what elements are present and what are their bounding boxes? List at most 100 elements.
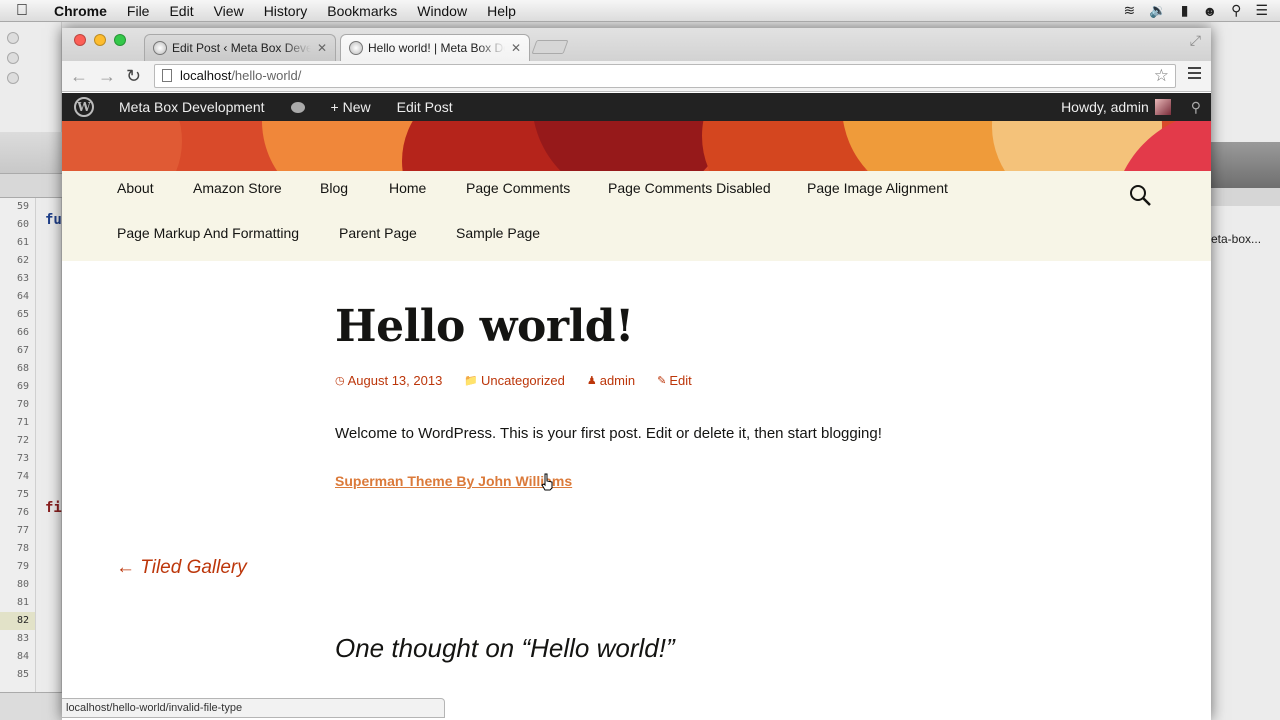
menu-history[interactable]: History <box>254 0 318 22</box>
line-number: 77 <box>16 525 29 536</box>
site-navigation: About Amazon Store Blog Home Page Commen… <box>62 171 1211 261</box>
nav-item-home[interactable]: Home <box>389 180 426 196</box>
bg-toolbar <box>0 132 62 174</box>
line-number: 69 <box>16 381 29 392</box>
fullscreen-icon[interactable]: ⤢ <box>1190 32 1201 49</box>
menu-help[interactable]: Help <box>477 0 526 22</box>
post-title: Hello world! <box>335 301 634 352</box>
minimize-window-icon[interactable] <box>94 34 106 46</box>
tab-title: Edit Post ‹ Meta Box Development <box>172 41 311 55</box>
close-tab-icon[interactable]: ✕ <box>317 41 327 55</box>
tab-strip: Edit Post ‹ Meta Box Development ✕ Hello… <box>62 28 1211 61</box>
menu-bookmarks[interactable]: Bookmarks <box>317 0 407 22</box>
line-number: 83 <box>16 633 29 644</box>
reload-icon[interactable]: ↻ <box>126 66 141 86</box>
post-date-link[interactable]: ◷ August 13, 2013 <box>335 373 442 388</box>
bookmark-star-icon[interactable]: ☆ <box>1154 65 1169 87</box>
battery-icon[interactable]: ▮ <box>1181 2 1189 19</box>
line-number: 71 <box>16 417 29 428</box>
menu-chrome[interactable]: Chrome <box>44 0 117 22</box>
post-author: admin <box>599 373 636 388</box>
os-menubar:  Chrome File Edit View History Bookmark… <box>0 0 1280 22</box>
tab-edit-post[interactable]: Edit Post ‹ Meta Box Development ✕ <box>144 34 336 61</box>
wordpress-logo-icon[interactable]: W <box>62 93 106 121</box>
nav-item-about[interactable]: About <box>117 180 154 196</box>
admin-search-icon[interactable]: ⚲ <box>1181 99 1211 116</box>
notification-center-icon[interactable]: ☰ <box>1255 2 1268 19</box>
close-window-icon[interactable] <box>74 34 86 46</box>
comments-bubble-icon[interactable] <box>290 101 305 113</box>
line-number: 84 <box>16 651 29 662</box>
admin-site-name[interactable]: Meta Box Development <box>106 93 278 121</box>
post-edit-link[interactable]: ✎ Edit <box>657 373 692 388</box>
previous-post-link[interactable]: ← Tiled Gallery <box>116 557 247 579</box>
post-category: Uncategorized <box>481 373 565 388</box>
code-fragment: fu <box>45 212 62 228</box>
menu-file[interactable]: File <box>117 0 160 22</box>
back-arrow-icon[interactable]: ← <box>70 66 88 86</box>
tab-hello-world[interactable]: Hello world! | Meta Box Development ✕ <box>340 34 530 61</box>
user-icon[interactable]: ☻ <box>1202 3 1217 19</box>
line-number: 80 <box>16 579 29 590</box>
left-arrow-icon: ← <box>116 557 141 578</box>
wordpress-favicon-icon <box>153 41 167 55</box>
line-number: 73 <box>16 453 29 464</box>
post-category-link[interactable]: 📁 Uncategorized <box>464 373 565 388</box>
avatar[interactable] <box>1154 99 1171 115</box>
address-bar[interactable]: localhost/hello-world/ ☆ <box>154 64 1176 88</box>
url-path: /hello-world/ <box>231 68 302 83</box>
menu-view[interactable]: View <box>204 0 254 22</box>
zoom-window-icon[interactable] <box>114 34 126 46</box>
line-number-gutter: 59 60 61 62 63 64 65 66 67 68 69 70 71 72 73 74 75 76 77 78… <box>0 198 36 698</box>
line-number: 78 <box>16 543 29 554</box>
post-author-link[interactable]: ♟ admin <box>587 373 635 388</box>
bg-zoom-icon <box>7 72 19 84</box>
line-number: 72 <box>16 435 29 446</box>
nav-item-page-comments[interactable]: Page Comments <box>466 180 570 196</box>
bg-bottom-bar <box>0 692 62 720</box>
user-icon: ♟ <box>586 375 597 387</box>
folder-icon: 📁 <box>464 375 479 387</box>
page-icon <box>162 69 172 82</box>
nav-item-parent-page[interactable]: Parent Page <box>339 225 417 241</box>
line-number: 61 <box>16 237 29 248</box>
post-date: August 13, 2013 <box>347 373 443 388</box>
nav-item-page-image-alignment[interactable]: Page Image Alignment <box>807 180 948 196</box>
new-tab-button[interactable] <box>531 40 569 54</box>
hand-cursor-icon <box>541 473 553 491</box>
nav-item-blog[interactable]: Blog <box>320 180 348 196</box>
admin-howdy[interactable]: Howdy, admin <box>1048 93 1149 121</box>
bg-close-icon <box>7 32 19 44</box>
browser-toolbar: ← → ↻ localhost/hello-world/ ☆ <box>62 61 1211 92</box>
admin-new-button[interactable]: + New <box>318 93 384 121</box>
nav-item-page-comments-disabled[interactable]: Page Comments Disabled <box>608 180 771 196</box>
previous-post-title: Tiled Gallery <box>140 557 247 578</box>
admin-edit-post[interactable]: Edit Post <box>384 93 466 121</box>
nav-item-sample-page[interactable]: Sample Page <box>456 225 540 241</box>
line-number: 76 <box>16 507 29 518</box>
menu-window[interactable]: Window <box>407 0 477 22</box>
superman-theme-link[interactable]: Superman Theme By John Williams <box>335 473 572 489</box>
wifi-icon[interactable]: ≋ <box>1124 2 1136 19</box>
line-number: 68 <box>16 363 29 374</box>
apple-menu-icon[interactable]:  <box>0 2 44 20</box>
line-number: 62 <box>16 255 29 266</box>
search-icon[interactable] <box>1128 183 1152 207</box>
line-number: 85 <box>16 669 29 680</box>
bg-toolbar-secondary <box>0 174 62 198</box>
plus-icon: + <box>330 99 343 115</box>
volume-icon[interactable]: 🔉 <box>1149 2 1166 19</box>
clock-icon: ◷ <box>335 375 345 387</box>
spotlight-icon[interactable]: ⚲ <box>1231 2 1241 19</box>
wordpress-favicon-icon <box>349 41 363 55</box>
line-number: 60 <box>16 219 29 230</box>
nav-item-page-markup[interactable]: Page Markup And Formatting <box>117 225 299 241</box>
chrome-menu-icon[interactable] <box>1188 67 1201 82</box>
line-number: 81 <box>16 597 29 608</box>
forward-arrow-icon[interactable]: → <box>98 66 116 86</box>
nav-item-amazon-store[interactable]: Amazon Store <box>193 180 282 196</box>
close-tab-icon[interactable]: ✕ <box>511 41 521 55</box>
chrome-window: Edit Post ‹ Meta Box Development ✕ Hello… <box>62 28 1211 720</box>
menu-edit[interactable]: Edit <box>159 0 203 22</box>
page-viewport: W Meta Box Development + New Edit Post H… <box>62 93 1211 720</box>
